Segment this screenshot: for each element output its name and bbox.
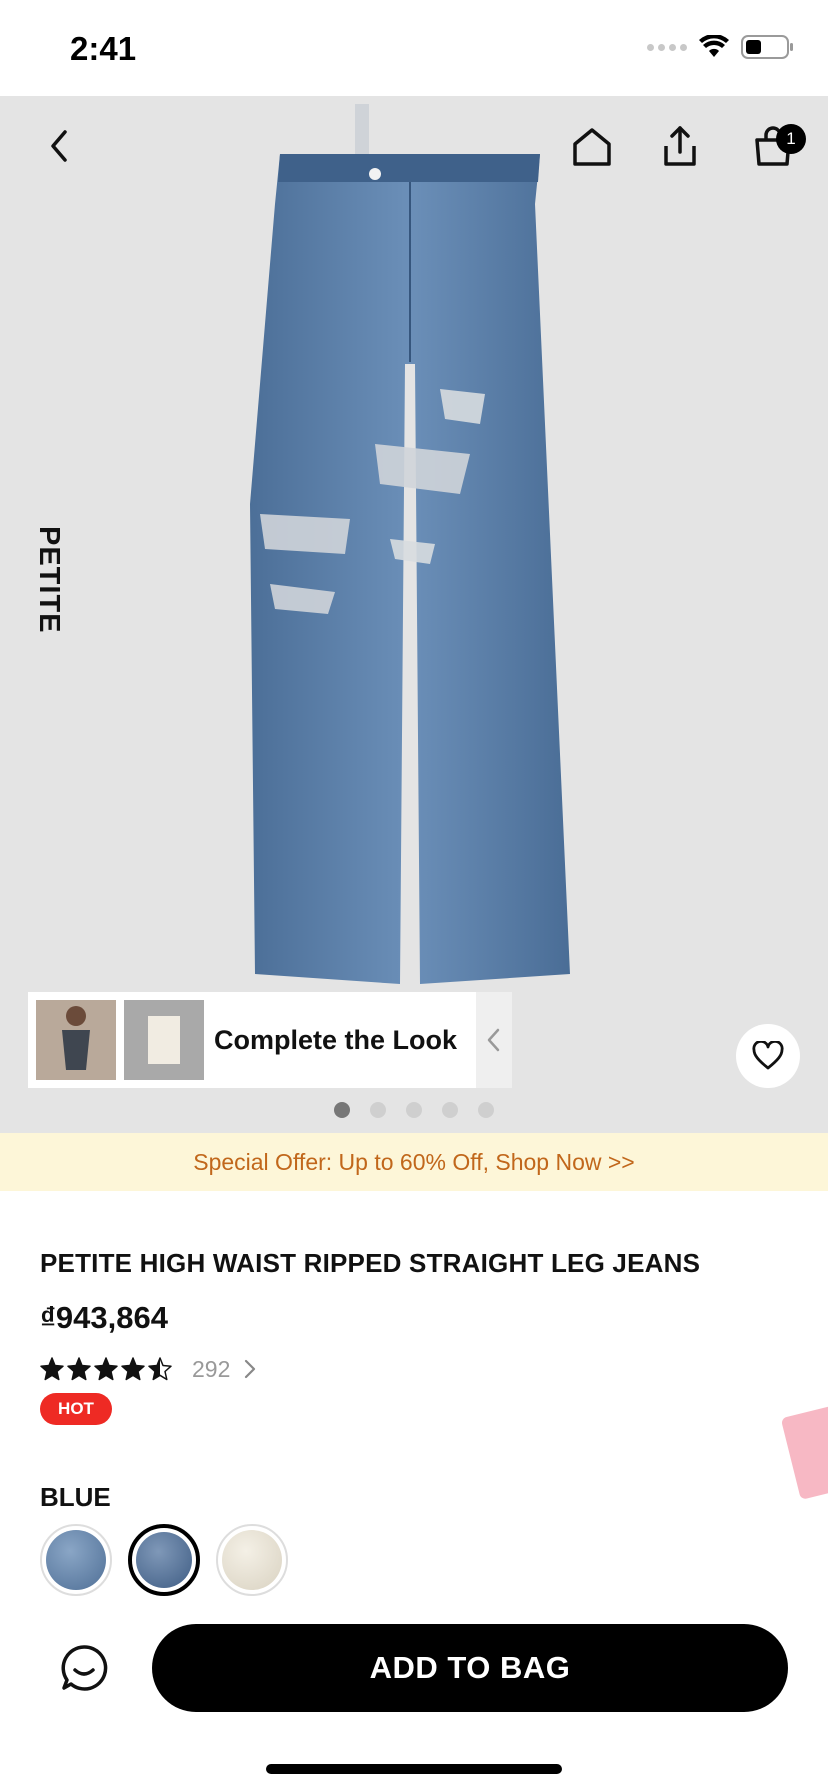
pagination-dot[interactable] bbox=[478, 1102, 494, 1118]
product-title: PETITE HIGH WAIST RIPPED STRAIGHT LEG JE… bbox=[40, 1248, 701, 1278]
product-image[interactable] bbox=[240, 104, 580, 1004]
home-indicator bbox=[266, 1764, 562, 1774]
review-count: 292 bbox=[192, 1355, 231, 1382]
hot-badge: HOT bbox=[40, 1393, 112, 1425]
promo-text: Special Offer: Up to 60% Off, Shop Now >… bbox=[193, 1148, 635, 1175]
wishlist-button[interactable] bbox=[736, 1024, 800, 1088]
chat-icon bbox=[61, 1645, 108, 1691]
battery-icon bbox=[741, 35, 793, 59]
product-gallery[interactable]: 1 PETITE Complete the Look bbox=[0, 96, 828, 1133]
swatch-blue-denim[interactable] bbox=[128, 1524, 200, 1596]
star-icon bbox=[148, 1357, 172, 1381]
wifi-icon bbox=[699, 35, 729, 57]
chevron-left-icon bbox=[487, 1028, 500, 1052]
pagination-dot[interactable] bbox=[406, 1102, 422, 1118]
floating-coupon-icon[interactable] bbox=[780, 1403, 828, 1501]
swatch-light-blue-denim[interactable] bbox=[40, 1524, 112, 1596]
status-time: 2:41 bbox=[70, 30, 137, 67]
star-icon bbox=[121, 1357, 145, 1381]
heart-icon bbox=[752, 1041, 784, 1070]
selected-color-label: BLUE bbox=[40, 1482, 111, 1512]
star-icon bbox=[40, 1357, 64, 1381]
cart-count-badge: 1 bbox=[776, 124, 806, 154]
back-button[interactable] bbox=[30, 116, 90, 176]
chevron-right-icon bbox=[244, 1359, 256, 1379]
look-thumbnail-bodysuit[interactable] bbox=[36, 1000, 116, 1080]
swatch-cream[interactable] bbox=[216, 1524, 288, 1596]
star-icon bbox=[67, 1357, 91, 1381]
cart-button[interactable]: 1 bbox=[740, 116, 806, 176]
product-price: ₫943,864 bbox=[40, 1300, 168, 1335]
status-bar: 2:41 bbox=[0, 0, 828, 96]
pagination-dot[interactable] bbox=[334, 1102, 350, 1118]
share-button[interactable] bbox=[650, 116, 710, 176]
look-thumbnail-top[interactable] bbox=[124, 1000, 204, 1080]
cellular-signal-icon bbox=[647, 43, 687, 51]
pagination-dot[interactable] bbox=[442, 1102, 458, 1118]
rating-row[interactable]: 292 bbox=[40, 1354, 256, 1384]
star-icon bbox=[94, 1357, 118, 1381]
complete-the-look-label: Complete the Look bbox=[214, 1024, 458, 1055]
pagination-dot[interactable] bbox=[370, 1102, 386, 1118]
gallery-pagination bbox=[334, 1102, 494, 1118]
chat-button[interactable] bbox=[54, 1638, 114, 1698]
add-to-bag-button[interactable]: ADD TO BAG bbox=[152, 1624, 788, 1712]
collapse-look-button[interactable] bbox=[476, 992, 512, 1088]
status-icons bbox=[647, 34, 795, 60]
promo-banner[interactable]: Special Offer: Up to 60% Off, Shop Now >… bbox=[0, 1133, 828, 1191]
color-swatches bbox=[40, 1524, 288, 1596]
share-icon bbox=[664, 126, 696, 166]
back-icon bbox=[51, 130, 67, 162]
rating-stars bbox=[40, 1357, 172, 1381]
petite-label: PETITE bbox=[33, 526, 65, 634]
complete-the-look-card[interactable]: Complete the Look bbox=[28, 992, 512, 1088]
